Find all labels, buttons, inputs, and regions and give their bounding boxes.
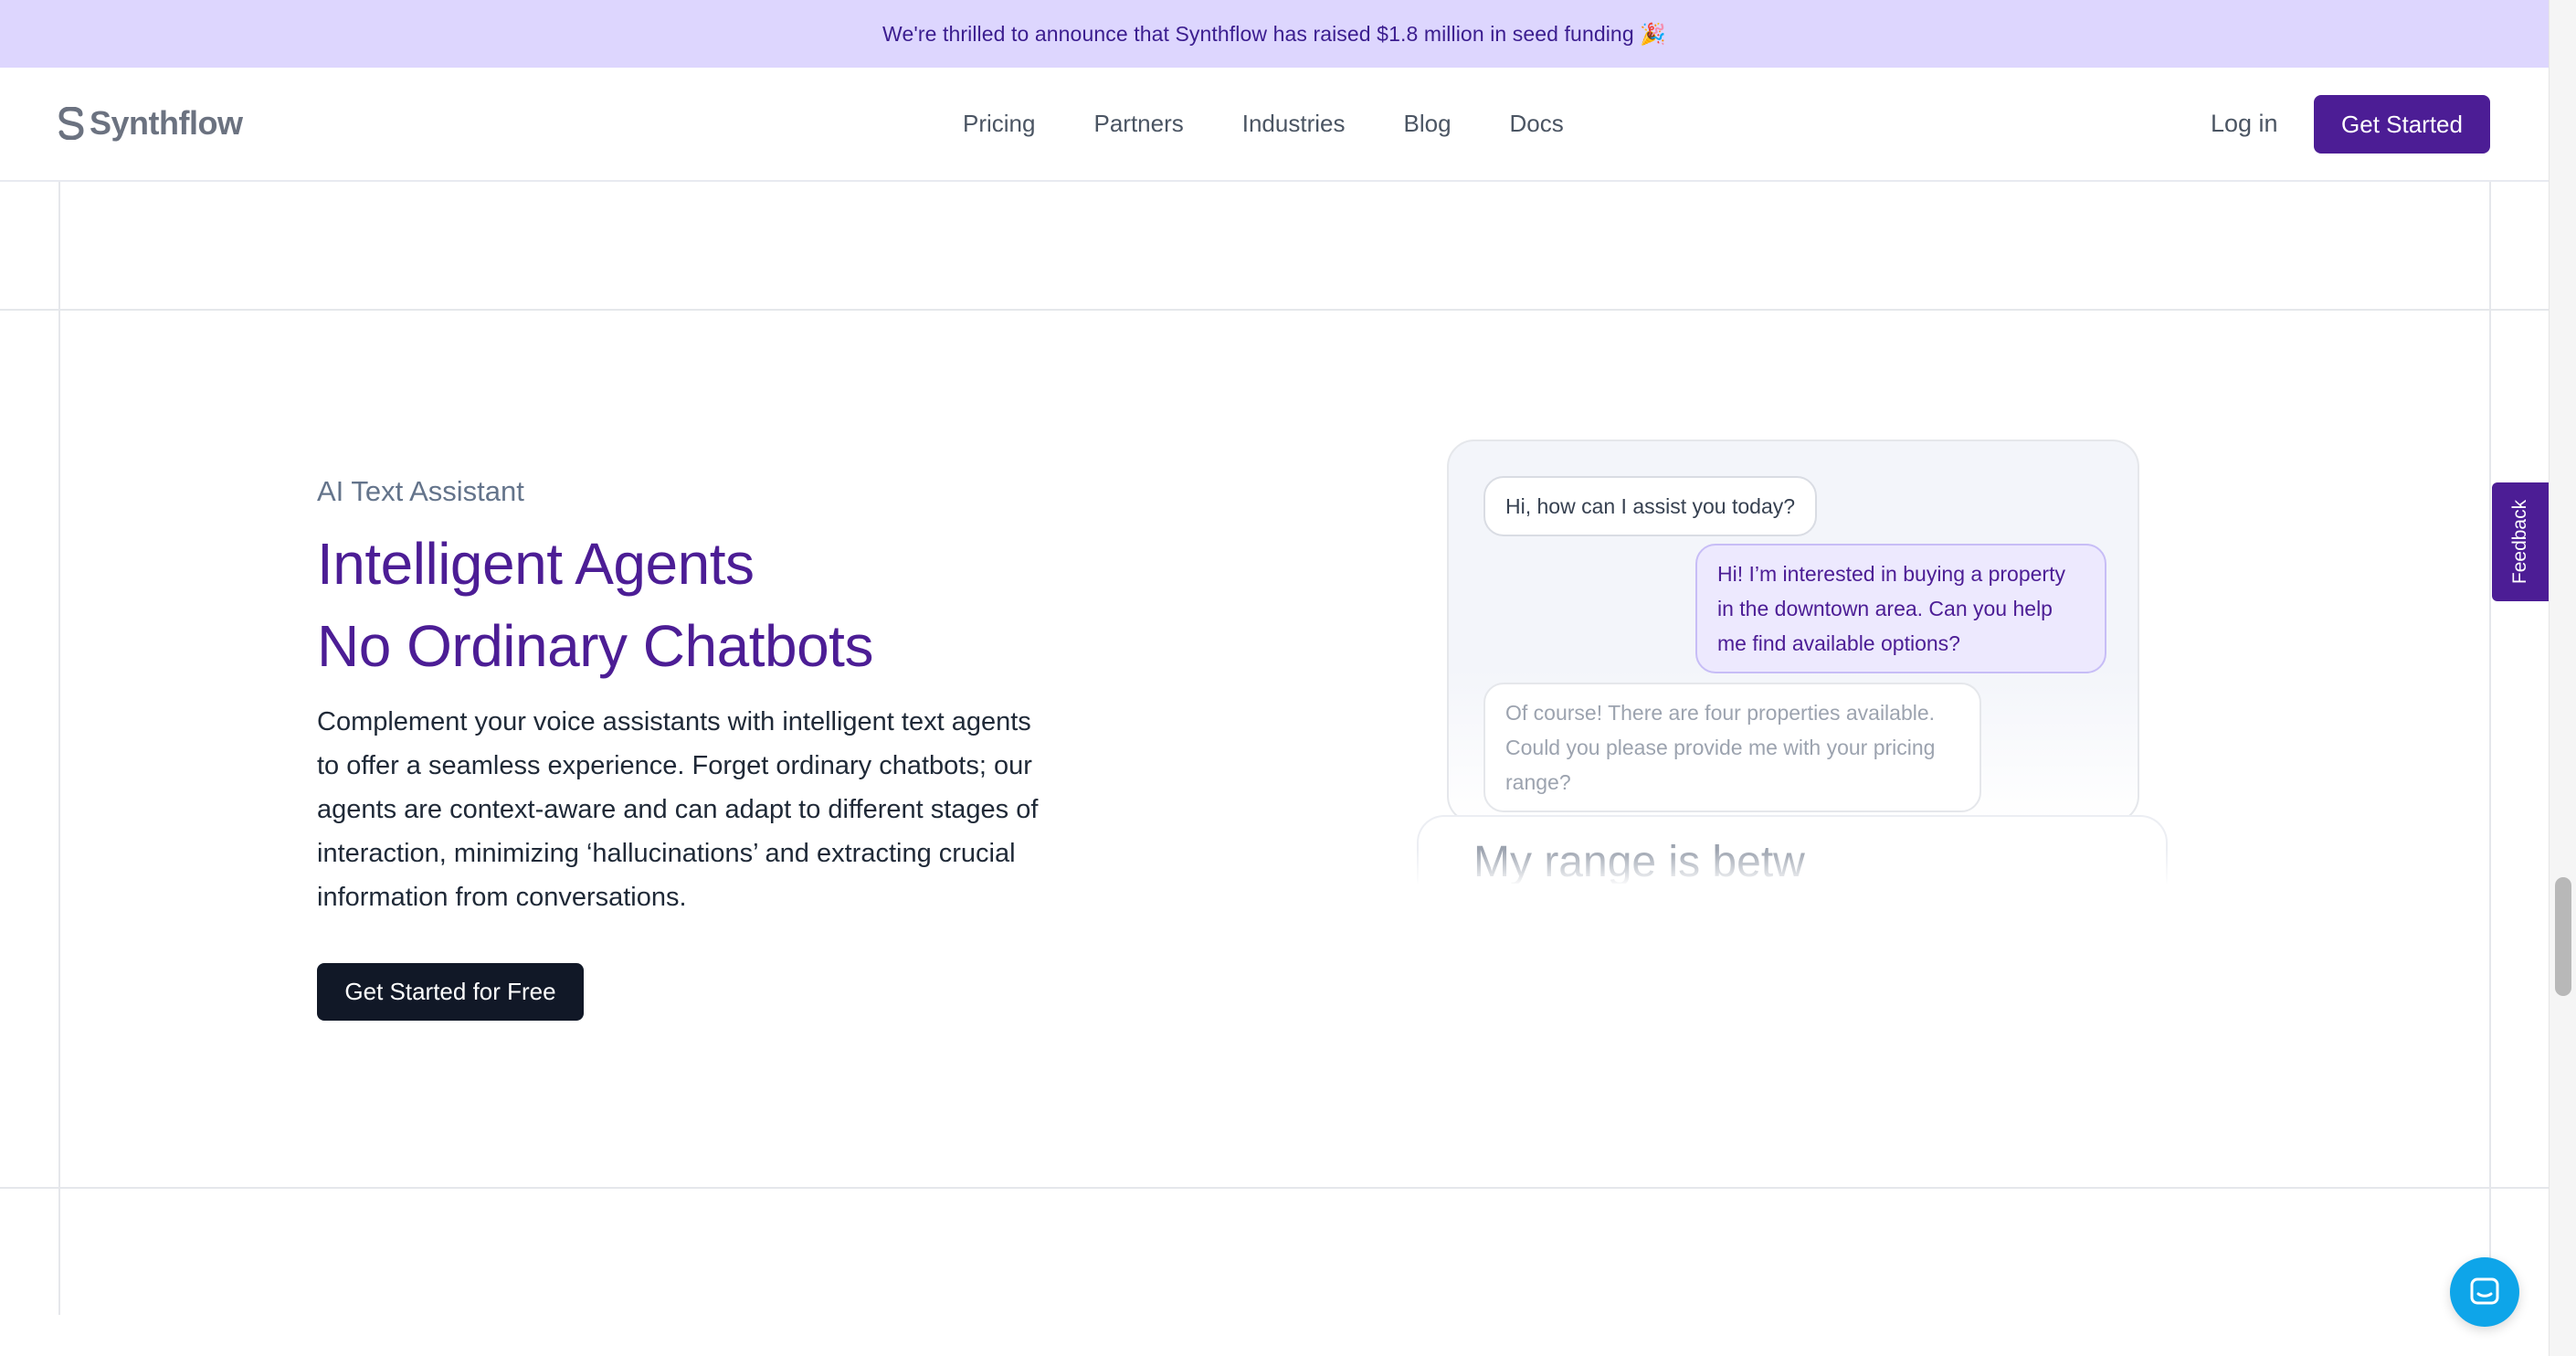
announcement-text: We're thrilled to announce that Synthflo… <box>882 21 1666 46</box>
chat-demo-card: Hi, how can I assist you today? Hi! I’m … <box>1447 440 2139 823</box>
section-eyebrow: AI Text Assistant <box>317 475 524 507</box>
section-headline: Intelligent Agents No Ordinary Chatbots <box>317 523 873 687</box>
nav-link-partners[interactable]: Partners <box>1093 110 1183 138</box>
chat-fade-overlay <box>1417 850 2168 886</box>
headline-line-1: Intelligent Agents <box>317 531 755 597</box>
section-divider-bottom <box>0 1187 2549 1189</box>
feedback-label: Feedback <box>2509 499 2531 585</box>
login-link[interactable]: Log in <box>2211 110 2278 138</box>
logo-wordmark: Synthflow <box>90 104 243 142</box>
chat-bubble-icon <box>2470 1277 2499 1305</box>
get-started-free-button[interactable]: Get Started for Free <box>317 963 584 1021</box>
top-navbar: Synthflow Pricing Partners Industries Bl… <box>0 68 2549 182</box>
get-started-button[interactable]: Get Started <box>2314 95 2490 154</box>
chat-message-agent: Of course! There are four properties ava… <box>1483 683 1981 812</box>
synthflow-logo[interactable]: Synthflow <box>58 104 243 143</box>
nav-link-pricing[interactable]: Pricing <box>963 110 1035 138</box>
primary-nav: Pricing Partners Industries Blog Docs <box>963 110 1564 138</box>
chat-message-agent: Hi, how can I assist you today? <box>1483 476 1818 536</box>
grid-line-left <box>58 182 60 1315</box>
nav-link-industries[interactable]: Industries <box>1242 110 1346 138</box>
nav-link-blog[interactable]: Blog <box>1403 110 1451 138</box>
section-description: Complement your voice assistants with in… <box>317 707 1039 912</box>
announcement-bar: We're thrilled to announce that Synthflo… <box>0 0 2549 68</box>
page-scrollbar[interactable] <box>2549 0 2576 1356</box>
nav-link-docs[interactable]: Docs <box>1510 110 1564 138</box>
headline-line-2: No Ordinary Chatbots <box>317 613 873 679</box>
synthflow-s-logo-icon <box>58 107 84 140</box>
section-divider-top <box>0 309 2549 311</box>
chat-launcher-button[interactable] <box>2450 1257 2519 1327</box>
scrollbar-thumb[interactable] <box>2555 877 2571 996</box>
chat-message-user: Hi! I’m interested in buying a property … <box>1695 544 2106 673</box>
grid-line-right <box>2489 182 2491 1315</box>
feedback-tab[interactable]: Feedback <box>2492 482 2549 601</box>
